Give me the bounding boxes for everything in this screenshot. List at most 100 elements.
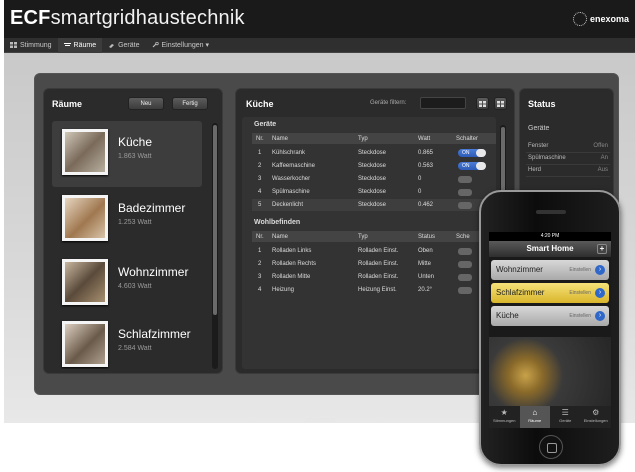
disclosure-icon[interactable]: › [595,288,605,298]
list-view-icon [497,100,504,107]
cell-status: Oben [418,248,433,254]
room-name: Schlafzimmer [118,327,191,341]
kitchen-title: Küche [246,99,274,109]
table-row[interactable]: 4 Heizung Heizung Einst. 20.2° [252,284,496,296]
cell-watt: 0 [418,189,422,195]
room-watt: 4.603 Watt [118,283,152,290]
adjust-switch[interactable] [458,261,472,268]
list-icon: ☰ [561,408,569,417]
adjust-switch[interactable] [458,274,472,281]
col-header: Typ [358,233,368,240]
app-header: ECFsmartgridhaustechnik enexoma [4,0,635,38]
row-value: Einstellen [569,290,591,296]
room-item-badezimmer[interactable]: Badezimmer 1.253 Watt [52,187,202,253]
col-header: Name [272,135,289,142]
row-label: Küche [496,311,519,320]
rooms-scrollbar-thumb[interactable] [213,125,217,315]
phone-row-kueche[interactable]: Küche Einstellen › [491,306,609,326]
col-header: Typ [358,135,368,142]
on-off-switch[interactable] [458,189,472,196]
phone-row-wohnzimmer[interactable]: Wohnzimmer Einstellen › [491,260,609,280]
table-row[interactable]: 1 Kühlschrank Steckdose 0.865 ON [252,147,496,159]
room-item-schlafzimmer[interactable]: Schlafzimmer 2.584 Watt [52,313,202,369]
brand-logo: enexoma [572,12,629,26]
phone-nav-bar: Smart Home + [489,241,611,257]
col-header: Sche [456,233,470,240]
new-room-button[interactable]: Neu [128,97,164,110]
room-item-kueche[interactable]: Küche 1.863 Watt [52,121,202,187]
phone-speaker [536,210,566,214]
phone-title: Smart Home [526,244,574,253]
table-row[interactable]: 5 Deckenlicht Steckdose 0.462 [252,199,496,211]
cell-type: Steckdose [358,176,387,182]
comfort-table-header: Nr. Name Typ Status Sche [252,231,496,242]
status-row: Herd Aus [526,165,610,177]
tab-einstellungen[interactable]: ⚙ Einstellungen [581,406,612,428]
cell-name: Rolladen Links [272,248,312,254]
table-row[interactable]: 3 Rolladen Mitte Rolladen Einst. Unten [252,271,496,283]
table-row[interactable]: 2 Kaffeemaschine Steckdose 0.563 ON [252,160,496,172]
cell-status: Mitte [418,261,432,267]
cell-type: Steckdose [358,150,387,156]
table-row[interactable]: 4 Spülmaschine Steckdose 0 [252,186,496,198]
room-thumbnail [62,321,108,367]
cell-name: Spülmaschine [272,189,310,195]
disclosure-icon[interactable]: › [595,311,605,321]
phone-row-schlafzimmer[interactable]: Schlafzimmer Einstellen › [491,283,609,303]
cell-name: Deckenlicht [272,202,304,208]
plug-icon [109,44,115,48]
cell-name: Heizung [272,287,295,293]
cell-name: Kaffeemaschine [272,163,315,169]
room-item-wohnzimmer[interactable]: Wohnzimmer 4.603 Watt [52,251,202,317]
menu-item-einstellungen[interactable]: Einstellungen ▾ [146,38,216,53]
home-button[interactable] [539,435,563,459]
grid-icon [10,42,17,48]
menu-item-geraete[interactable]: Geräte [102,38,145,53]
cell-type: Steckdose [358,163,387,169]
table-row[interactable]: 1 Rolladen Links Rolladen Einst. Oben [252,245,496,257]
tab-raeume[interactable]: ⌂ Räume [519,406,550,428]
tab-geraete[interactable]: ☰ Geräte [550,406,581,428]
on-off-switch[interactable] [458,202,472,209]
room-thumbnail [62,259,108,305]
cell-name: Rolladen Rechts [272,261,317,267]
phone-status-bar: 4:20 PM [489,232,611,241]
adjust-switch[interactable] [458,287,472,294]
on-off-switch[interactable] [458,176,472,183]
on-off-switch[interactable]: ON [458,162,486,170]
cell-nr: 4 [258,287,262,293]
cell-nr: 1 [258,150,262,156]
home-icon: ⌂ [532,408,538,417]
gear-icon: ⚙ [592,408,600,417]
col-header: Nr. [256,135,264,142]
disclosure-icon[interactable]: › [595,265,605,275]
logo: ECFsmartgridhaustechnik [10,7,245,29]
cell-watt: 0 [418,176,422,182]
rooms-scrollbar[interactable] [212,123,218,369]
cell-watt: 0.865 [418,150,434,156]
status-section: Geräte [528,125,550,132]
table-row[interactable]: 3 Wasserkocher Steckdose 0 [252,173,496,185]
wrench-icon [152,42,159,48]
room-watt: 1.863 Watt [118,153,152,160]
view-grid-button[interactable] [476,97,489,110]
menu-item-stimmung[interactable]: Stimmung [4,38,58,53]
add-icon[interactable]: + [597,244,607,254]
footer-label: enexoma [306,417,335,424]
filter-input[interactable] [420,97,466,109]
menu-item-raeume[interactable]: Räume [57,37,103,53]
iphone-device: 4:20 PM Smart Home + Wohnzimmer Einstell… [479,190,621,466]
cell-nr: 1 [258,248,262,254]
tab-stimmungen[interactable]: ★ Stimmungen [489,406,520,428]
row-value: Einstellen [569,313,591,319]
room-thumbnail [62,129,108,175]
rooms-title: Räume [52,99,83,109]
view-list-button[interactable] [494,97,507,110]
room-name: Wohnzimmer [118,265,189,279]
on-off-switch[interactable]: ON [458,149,486,157]
done-button[interactable]: Fertig [172,97,208,110]
table-row[interactable]: 2 Rolladen Rechts Rolladen Einst. Mitte [252,258,496,270]
cell-status: 20.2° [418,287,433,293]
cell-type: Steckdose [358,189,387,195]
adjust-switch[interactable] [458,248,472,255]
